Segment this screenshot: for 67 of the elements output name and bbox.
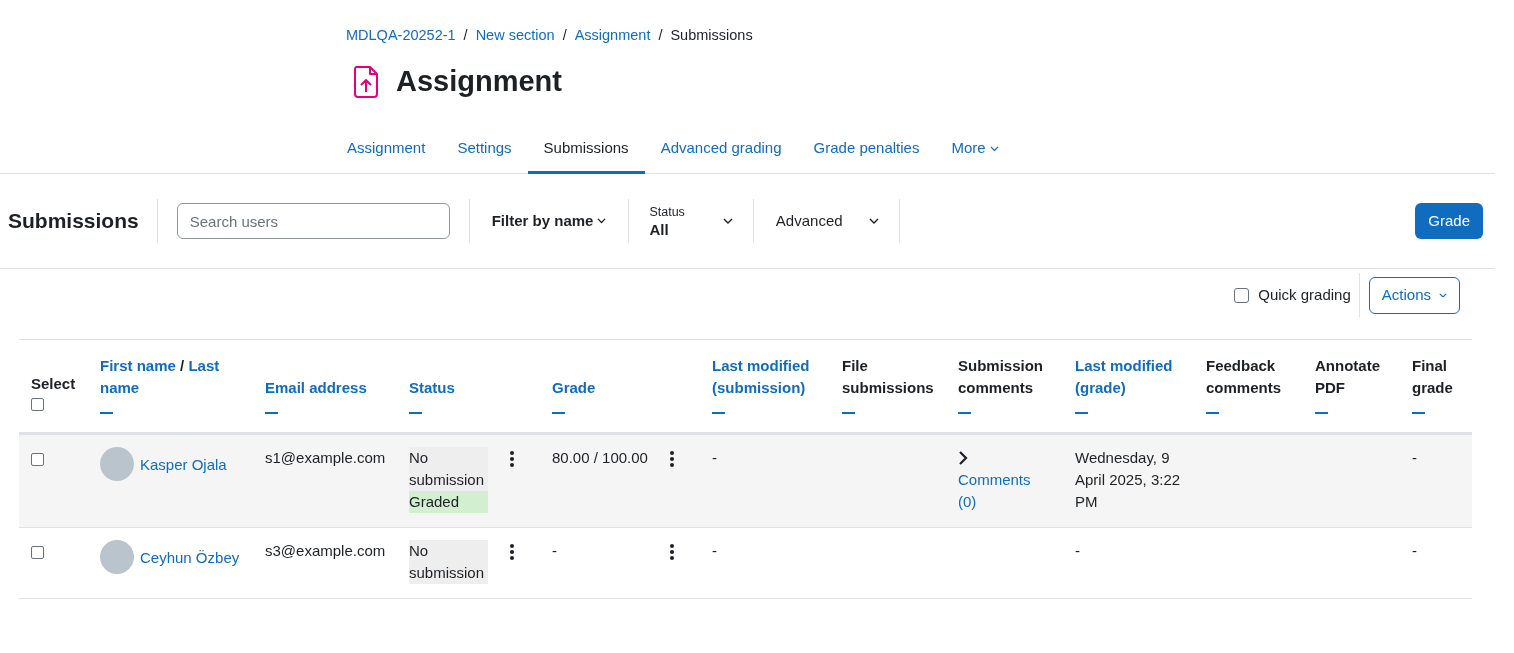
- kebab-menu-icon[interactable]: [510, 451, 514, 467]
- tab[interactable]: Settings: [441, 126, 528, 174]
- filter-by-name-dropdown[interactable]: Filter by name: [469, 199, 630, 243]
- table-cell-text: -: [1411, 541, 1418, 561]
- tab[interactable]: Advanced grading: [644, 126, 798, 174]
- advanced-dropdown[interactable]: Advanced: [753, 199, 900, 243]
- column-header: Select: [31, 374, 76, 394]
- user-name-link[interactable]: Ceyhun Özbey: [140, 547, 240, 569]
- quick-grading-label: Quick grading: [1258, 284, 1351, 305]
- caret-icon: [868, 218, 879, 224]
- search-field[interactable]: Search users: [176, 203, 450, 239]
- column-header: Feedback comments: [1206, 356, 1283, 398]
- toolbar-title: Submissions: [8, 199, 158, 243]
- column-header: Final grade: [1412, 356, 1454, 398]
- sort-link[interactable]: Status: [409, 377, 528, 399]
- tab[interactable]: Assignment: [331, 126, 442, 174]
- sort-link[interactable]: Last modified (submission): [712, 355, 818, 399]
- chevron-right-icon[interactable]: [958, 451, 968, 465]
- breadcrumb-separator: /: [562, 26, 567, 46]
- kebab-menu-icon[interactable]: [670, 451, 674, 467]
- status-badge: No submission: [409, 447, 488, 491]
- table-cell-text: 80.00 / 100.00: [552, 448, 648, 468]
- table-cell-text: Wednesday, 9 April 2025, 3:22 PM: [1074, 448, 1182, 512]
- breadcrumb-link[interactable]: New section: [475, 25, 555, 47]
- breadcrumb-separator: /: [463, 26, 468, 46]
- grade-button[interactable]: Grade: [1415, 203, 1483, 239]
- table-cell-text: s3@example.com: [264, 541, 387, 561]
- kebab-menu-icon[interactable]: [510, 544, 514, 560]
- caret-icon: [1439, 292, 1447, 298]
- actions-button[interactable]: Actions: [1368, 276, 1460, 314]
- table-cell-text: s1@example.com: [264, 448, 387, 468]
- column-header: Submission comments: [958, 356, 1044, 398]
- status-dropdown[interactable]: Status All: [629, 199, 754, 243]
- name-sort-header[interactable]: First name / Last name: [100, 355, 241, 399]
- sort-link[interactable]: Grade: [552, 377, 688, 399]
- tab[interactable]: Grade penalties: [797, 126, 936, 174]
- avatar: [100, 447, 134, 481]
- user-name-link[interactable]: Kasper Ojala: [140, 454, 227, 476]
- caret-icon: [989, 145, 999, 152]
- breadcrumb-separator: /: [658, 26, 663, 46]
- avatar: [100, 540, 134, 574]
- table-cell-text: -: [1074, 541, 1081, 561]
- table-cell-text: -: [711, 541, 718, 561]
- breadcrumb-link[interactable]: Assignment: [574, 25, 651, 47]
- page-title: Assignment: [396, 64, 562, 100]
- table-cell-text: -: [1411, 448, 1418, 468]
- more-menu-tab[interactable]: More: [935, 126, 1015, 174]
- file-upload-icon: [353, 66, 380, 98]
- caret-icon: [597, 218, 607, 224]
- caret-icon: [722, 218, 733, 224]
- status-badge: Graded: [409, 491, 488, 513]
- table-cell-text: -: [552, 541, 557, 561]
- quick-grading-checkbox[interactable]: [1234, 287, 1250, 303]
- kebab-menu-icon[interactable]: [670, 544, 674, 560]
- breadcrumb-current: Submissions: [670, 26, 753, 46]
- comments-link[interactable]: Comments (0): [958, 469, 1051, 513]
- column-header: Annotate PDF: [1315, 356, 1381, 398]
- status-badge: No submission: [409, 540, 488, 584]
- tab[interactable]: Submissions: [527, 126, 645, 174]
- select-all-checkbox[interactable]: [31, 398, 44, 411]
- row-checkbox[interactable]: [31, 546, 44, 559]
- sort-link[interactable]: Email address: [265, 377, 385, 399]
- breadcrumb-link[interactable]: MDLQA-20252-1: [346, 25, 456, 47]
- table-cell-text: -: [711, 448, 718, 468]
- sort-link[interactable]: Last modified (grade): [1075, 355, 1182, 399]
- row-checkbox[interactable]: [31, 453, 44, 466]
- column-header: File submissions: [842, 356, 934, 398]
